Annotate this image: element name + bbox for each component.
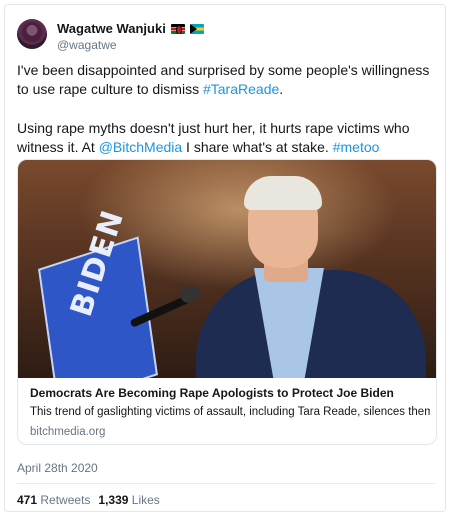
- retweets-stat[interactable]: 471 Retweets: [17, 493, 90, 507]
- likes-stat[interactable]: 1,339 Likes: [98, 493, 159, 507]
- divider: [17, 483, 435, 484]
- author-display-name[interactable]: Wagatwe Wanjuki: [57, 21, 166, 36]
- retweets-label: Retweets: [40, 493, 91, 507]
- link-preview-card[interactable]: BIDEN Democrats Are Becoming Rape Apolog…: [17, 159, 437, 445]
- hashtag-link[interactable]: #metoo: [333, 139, 380, 155]
- card-description: This trend of gaslighting victims of ass…: [30, 406, 430, 418]
- tweet-stats: 471 Retweets 1,339 Likes: [17, 493, 160, 507]
- retweets-count: 471: [17, 493, 38, 507]
- tweet-text-segment: I share what's at stake.: [182, 139, 333, 155]
- bahamas-flag-icon: [189, 23, 204, 34]
- card-image[interactable]: BIDEN: [18, 160, 436, 378]
- kenya-flag-icon: [170, 23, 185, 34]
- avatar[interactable]: [17, 19, 47, 49]
- tweet-text: I've been disappointed and surprised by …: [17, 61, 433, 157]
- hashtag-link[interactable]: #TaraReade: [203, 81, 279, 97]
- tweet-date[interactable]: April 28th 2020: [17, 461, 98, 475]
- tweet-paragraph-2: Using rape myths doesn't just hurt her, …: [17, 119, 433, 157]
- mention-link[interactable]: @BitchMedia: [99, 139, 182, 155]
- card-title[interactable]: Democrats Are Becoming Rape Apologists t…: [30, 386, 430, 400]
- card-domain: bitchmedia.org: [30, 426, 106, 438]
- likes-label: Likes: [131, 493, 160, 507]
- tweet-paragraph-1: I've been disappointed and surprised by …: [17, 61, 433, 99]
- author-name-row: Wagatwe Wanjuki: [57, 21, 204, 36]
- likes-count: 1,339: [98, 493, 129, 507]
- tweet-header: Wagatwe Wanjuki @wagatwe: [17, 17, 427, 53]
- author-handle[interactable]: @wagatwe: [57, 38, 117, 52]
- tweet-embed: Wagatwe Wanjuki @wagatwe I've been disap…: [4, 4, 446, 512]
- tweet-text-segment: .: [279, 81, 284, 97]
